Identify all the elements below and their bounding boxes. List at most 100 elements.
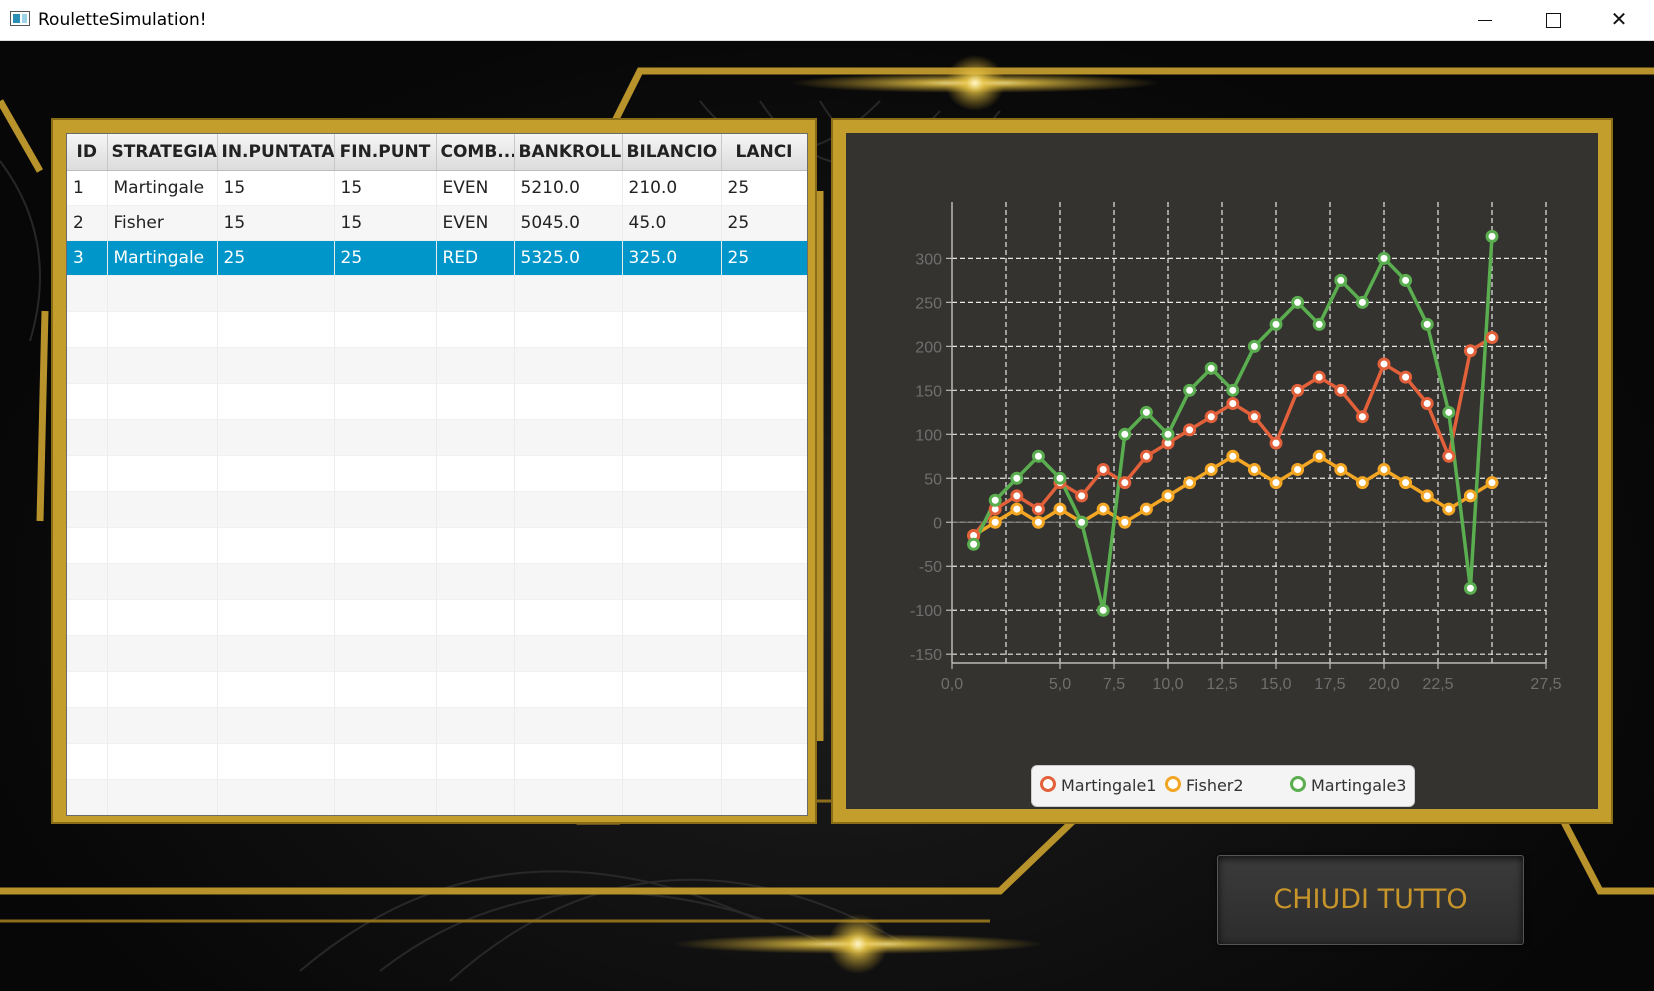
empty-cell [334,563,437,600]
empty-cell [217,707,335,744]
empty-cell [721,419,807,456]
empty-cell [514,635,623,672]
column-header-comb[interactable]: COMB... [436,134,515,171]
data-point-martingale3 [1442,405,1456,419]
empty-table-row [67,707,807,744]
empty-cell [217,671,335,708]
data-point-martingale1 [1334,383,1348,397]
x-tick-label: 10,0 [1152,676,1183,693]
column-header-bilancio[interactable]: BILANCIO [622,134,722,171]
data-point-martingale3 [1139,405,1153,419]
data-point-fisher2 [1269,476,1283,490]
y-tick-label: 50 [924,471,942,488]
empty-cell [67,671,108,708]
column-header-strategia[interactable]: STRATEGIA [107,134,218,171]
empty-cell [334,635,437,672]
table-row[interactable]: 1 Martingale 15 15 EVEN 5210.0 210.0 25 [67,170,807,206]
data-point-martingale1 [1139,449,1153,463]
empty-cell [334,779,437,815]
empty-cell [514,707,623,744]
data-point-fisher2 [1399,476,1413,490]
empty-cell [622,275,722,312]
data-point-martingale3 [1075,515,1089,529]
x-tick-label: 27,5 [1530,676,1561,693]
empty-cell [514,743,623,780]
empty-cell [67,455,108,492]
empty-cell [67,347,108,384]
data-point-fisher2 [1161,489,1175,503]
empty-cell [436,275,515,312]
empty-cell [217,311,335,348]
data-point-fisher2 [1312,449,1326,463]
cell-lanci: 25 [721,205,807,241]
empty-table-row [67,383,807,420]
minimize-button[interactable] [1450,0,1520,40]
close-window-button[interactable]: ✕ [1584,0,1654,40]
cell-fin-punt: 25 [334,240,437,276]
minimize-icon [1478,20,1492,22]
empty-cell [334,311,437,348]
legend-item-fisher2[interactable]: Fisher2 [1165,776,1244,795]
x-tick-label: 15,0 [1260,676,1291,693]
empty-cell [107,743,218,780]
legend-item-martingale1[interactable]: Martingale1 [1040,776,1156,795]
empty-table-row [67,419,807,456]
x-tick-label: 0,0 [941,676,963,693]
empty-table-row [67,491,807,528]
empty-cell [721,671,807,708]
column-header-fin-punt[interactable]: FIN.PUNT [334,134,437,171]
empty-cell [721,779,807,815]
empty-cell [217,347,335,384]
empty-cell [107,419,218,456]
empty-cell [514,455,623,492]
empty-cell [721,635,807,672]
empty-cell [721,275,807,312]
data-point-martingale1 [1204,410,1218,424]
close-icon: ✕ [1610,9,1628,31]
empty-cell [107,563,218,600]
legend-item-martingale3[interactable]: Martingale3 [1290,776,1406,795]
empty-cell [721,527,807,564]
column-header-in-puntata[interactable]: IN.PUNTATA [217,134,335,171]
data-point-martingale3 [967,537,981,551]
empty-cell [217,455,335,492]
table-row[interactable]: 2 Fisher 15 15 EVEN 5045.0 45.0 25 [67,205,807,241]
empty-cell [107,635,218,672]
data-point-martingale1 [1247,410,1261,424]
cell-lanci: 25 [721,170,807,206]
data-point-fisher2 [1442,502,1456,516]
empty-cell [622,419,722,456]
empty-cell [436,347,515,384]
x-tick-label: 12,5 [1206,676,1237,693]
data-point-fisher2 [1118,515,1132,529]
column-header-id[interactable]: ID [67,134,108,171]
empty-cell [622,707,722,744]
empty-cell [436,455,515,492]
y-tick-label: 200 [915,339,942,356]
empty-cell [107,779,218,815]
cell-bankroll: 5325.0 [514,240,623,276]
data-point-martingale3 [1031,449,1045,463]
app-icon [10,11,30,26]
empty-cell [622,491,722,528]
cell-bankroll: 5210.0 [514,170,623,206]
empty-cell [67,635,108,672]
empty-table-row [67,743,807,780]
cell-lanci: 25 [721,240,807,276]
empty-cell [622,671,722,708]
empty-cell [334,527,437,564]
column-header-bankroll[interactable]: BANKROLL [514,134,623,171]
column-header-lanci[interactable]: LANCI [721,134,807,171]
maximize-button[interactable] [1518,0,1588,40]
table-row-selected[interactable]: 3 Martingale 25 25 RED 5325.0 325.0 25 [67,240,807,276]
data-point-fisher2 [1204,462,1218,476]
results-table[interactable]: ID STRATEGIA IN.PUNTATA FIN.PUNT COMB...… [66,133,808,816]
empty-cell [107,455,218,492]
empty-cell [436,527,515,564]
legend-marker-icon [1040,776,1056,792]
close-all-button[interactable]: CHIUDI TUTTO [1217,855,1524,945]
empty-table-row [67,779,807,815]
empty-cell [622,635,722,672]
data-point-martingale3 [1226,383,1240,397]
empty-cell [67,383,108,420]
